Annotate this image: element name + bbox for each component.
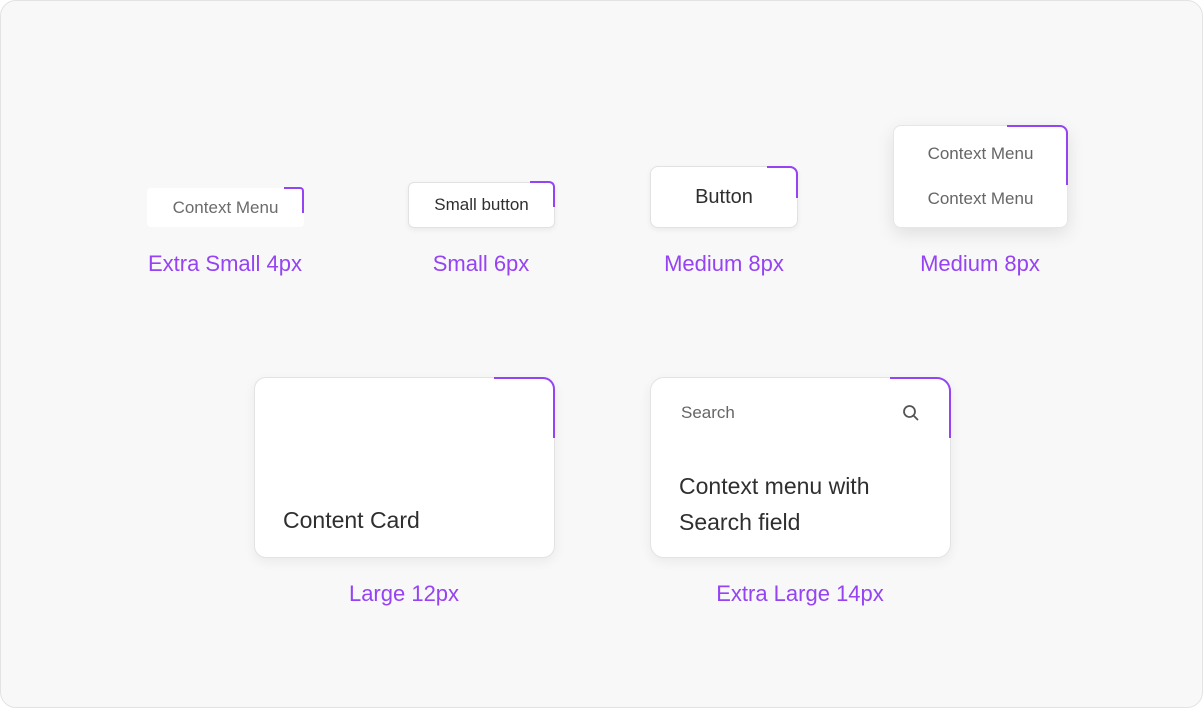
- description-line-2: Search field: [679, 509, 801, 535]
- context-menu-xs-text: Context Menu: [172, 197, 279, 217]
- context-menu-with-search: Search Context menu with Search field: [650, 377, 951, 558]
- label-small: Small 6px: [432, 251, 530, 276]
- label-extra-small: Extra Small 4px: [147, 251, 303, 276]
- description-line-1: Context menu with: [679, 473, 870, 499]
- context-menu-item[interactable]: Context Menu: [894, 189, 1067, 209]
- search-icon[interactable]: [901, 403, 921, 423]
- content-card[interactable]: Content Card: [254, 377, 555, 558]
- medium-button[interactable]: Button: [650, 166, 798, 228]
- label-medium-menu: Medium 8px: [920, 251, 1040, 276]
- label-extra-large: Extra Large 14px: [716, 581, 884, 606]
- context-menu-md: Context Menu Context Menu: [893, 125, 1068, 228]
- small-button-label: Small button: [434, 195, 529, 214]
- small-button[interactable]: Small button: [408, 182, 555, 228]
- content-card-title: Content Card: [283, 507, 420, 533]
- search-field[interactable]: Search: [681, 403, 735, 423]
- label-medium-button: Medium 8px: [664, 251, 784, 276]
- context-menu-xs[interactable]: Context Menu: [147, 188, 304, 227]
- label-large: Large 12px: [348, 581, 460, 606]
- showcase-canvas: Context Menu Extra Small 4px Small butto…: [0, 0, 1203, 708]
- medium-button-label: Button: [695, 185, 753, 208]
- context-menu-item[interactable]: Context Menu: [894, 144, 1067, 164]
- context-menu-description: Context menu with Search field: [679, 468, 929, 540]
